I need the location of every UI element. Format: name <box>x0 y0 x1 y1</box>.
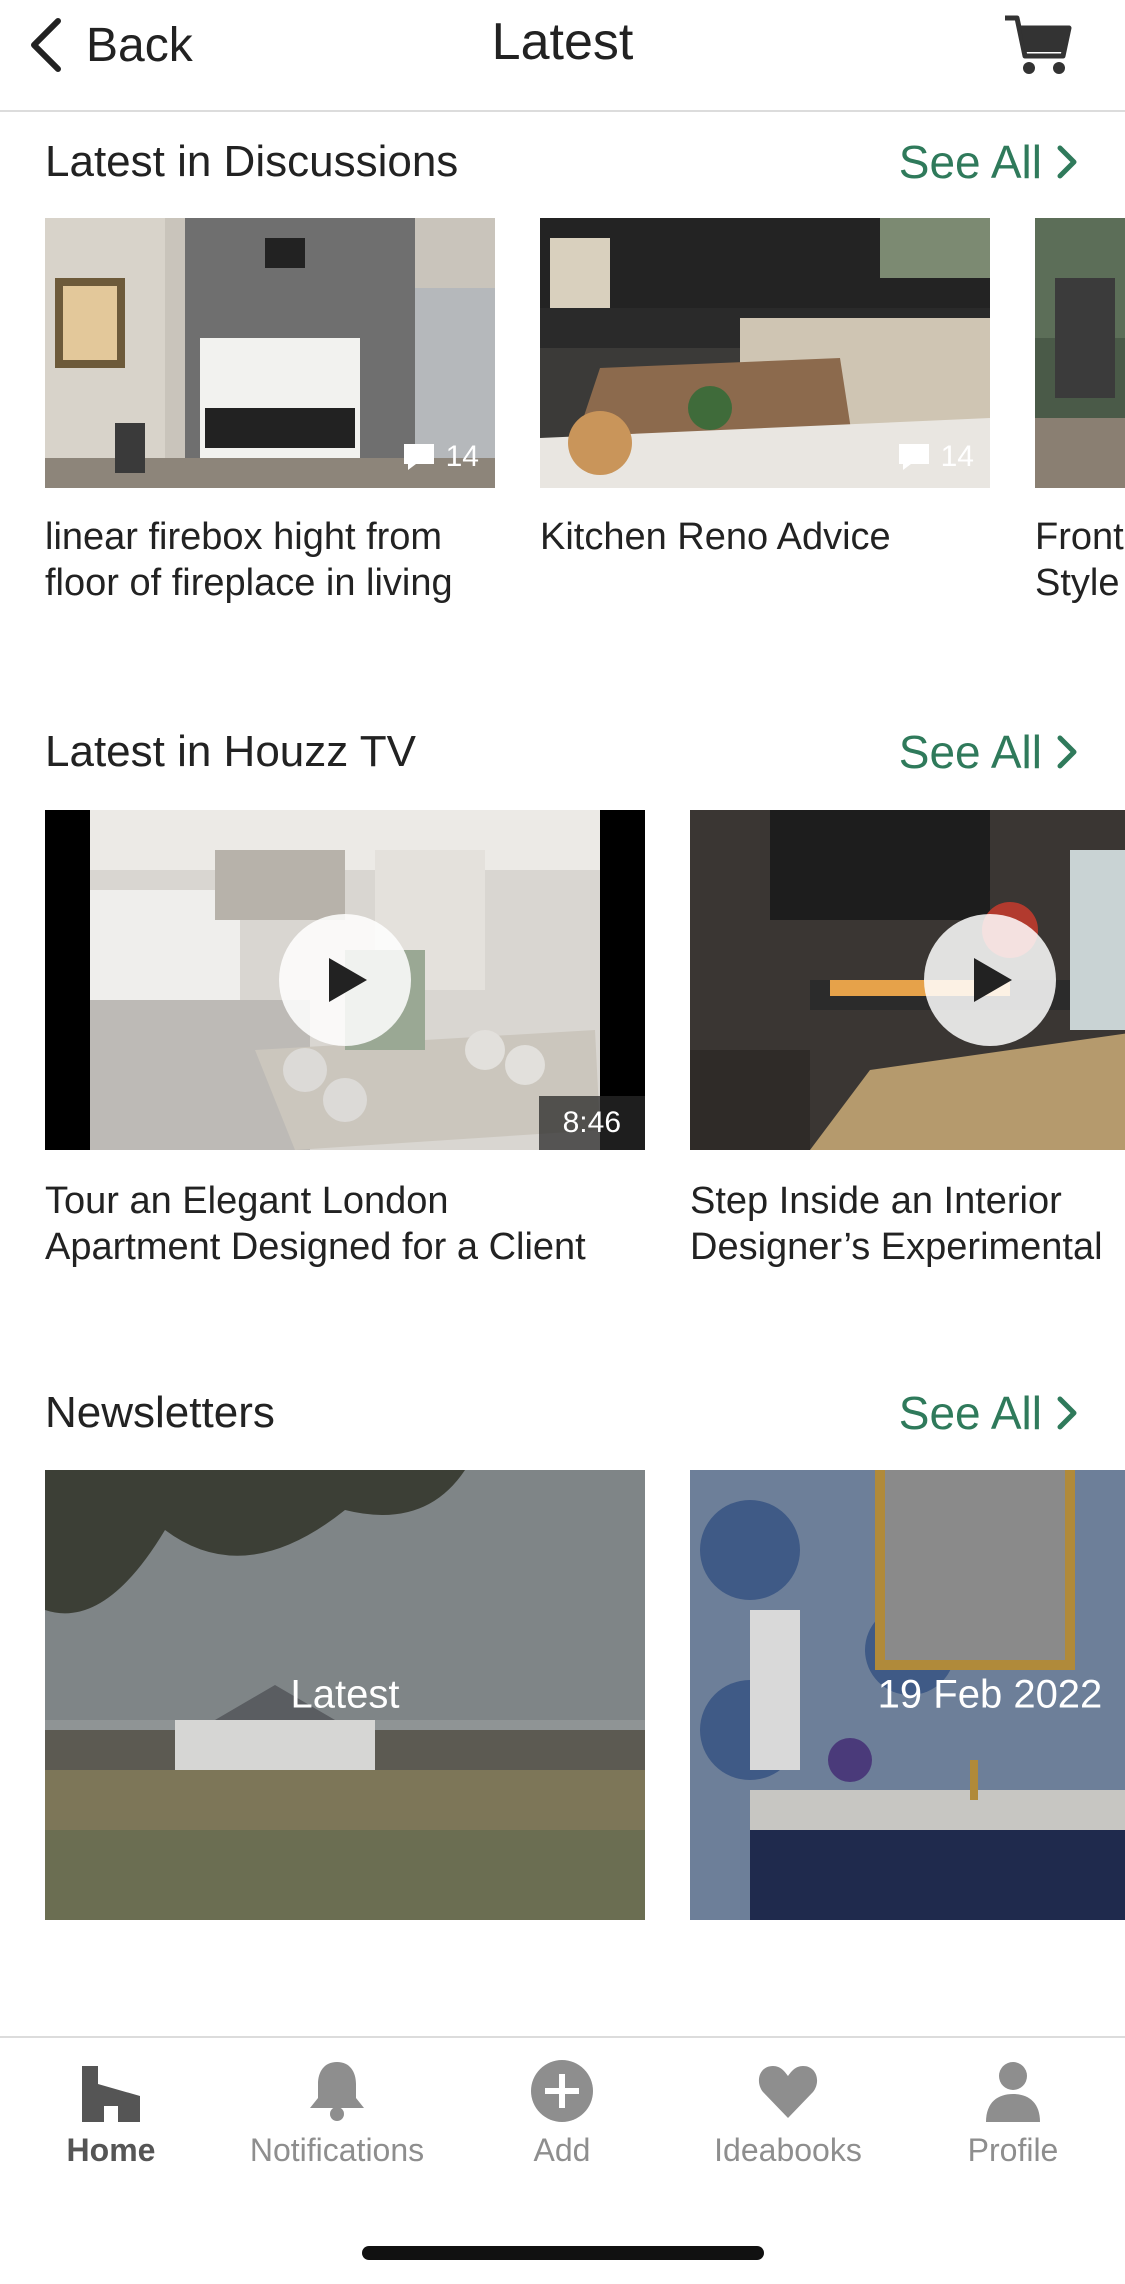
plus-circle-icon <box>531 2060 593 2122</box>
home-indicator[interactable] <box>362 2246 764 2260</box>
bell-icon <box>310 2062 364 2121</box>
person-icon <box>986 2062 1040 2122</box>
see-all-label: See All <box>898 726 1042 778</box>
play-icon <box>329 958 367 1002</box>
see-all-label: See All <box>898 136 1042 188</box>
caption-line-1: Front <box>1035 516 1124 558</box>
comment-count: 14 <box>402 440 479 474</box>
video-thumbnail <box>690 810 1125 1150</box>
discussions-header: Latest in Discussions See All <box>45 132 1080 192</box>
newsletters-header: Newsletters See All <box>45 1383 1080 1443</box>
caption-line-2: Style <box>1035 562 1120 604</box>
newsletters-title: Newsletters <box>45 1388 275 1437</box>
cart-icon[interactable] <box>1003 12 1073 78</box>
newsletter-card[interactable]: Latest <box>45 1470 645 1920</box>
nav-home[interactable]: Home <box>1 2058 221 2169</box>
comment-icon <box>403 444 434 470</box>
chevron-right-icon <box>1057 735 1077 769</box>
chevron-right-icon <box>1057 1396 1077 1430</box>
discussions-see-all-link[interactable]: See All <box>899 135 1080 189</box>
newsletter-card[interactable]: 19 Feb 2022 <box>690 1470 1125 1920</box>
top-bar: Back Latest <box>0 0 1125 112</box>
nav-ideabooks[interactable]: Ideabooks <box>678 2058 898 2169</box>
houzz-tv-title: Latest in Houzz TV <box>45 727 416 776</box>
caption-line-2: Apartment Designed for a Client <box>45 1226 586 1268</box>
discussion-caption: Front Style <box>1035 514 1125 606</box>
discussion-card[interactable]: 14 Kitchen Reno Advice <box>540 218 990 638</box>
caption-line-2: floor of fireplace in living <box>45 562 453 604</box>
caption-line-1: Kitchen Reno Advice <box>540 516 891 558</box>
video-caption: Step Inside an Interior Designer’s Exper… <box>690 1178 1125 1270</box>
video-thumbnail: 8:46 <box>45 810 645 1150</box>
nav-notifications[interactable]: Notifications <box>227 2058 447 2169</box>
newsletter-label: 19 Feb 2022 <box>877 1672 1103 1717</box>
discussion-thumbnail: 14 <box>45 218 495 488</box>
comment-icon <box>898 444 929 470</box>
play-icon <box>974 958 1012 1002</box>
home-icon <box>82 2066 140 2122</box>
newsletter-thumbnail: 19 Feb 2022 <box>690 1470 1125 1920</box>
page-title: Latest <box>491 13 634 71</box>
houzz-tv-row[interactable]: 8:46 Tour an Elegant London Apartment De… <box>0 810 1125 1280</box>
comment-count-value: 14 <box>940 440 974 473</box>
nav-add-label: Add <box>533 2132 591 2168</box>
nav-profile-label: Profile <box>967 2132 1059 2168</box>
discussion-caption: linear firebox hight from floor of firep… <box>45 514 515 606</box>
chevron-right-icon <box>1057 145 1077 179</box>
discussions-title: Latest in Discussions <box>45 137 459 186</box>
discussion-thumbnail: 14 <box>540 218 990 488</box>
nav-profile[interactable]: Profile <box>903 2058 1123 2169</box>
see-all-label: See All <box>898 1387 1042 1439</box>
play-button[interactable] <box>924 914 1056 1046</box>
caption-line-2: Designer’s Experimental <box>690 1226 1103 1268</box>
newsletters-row[interactable]: Latest 19 Feb 2022 <box>0 1470 1125 1922</box>
discussions-row[interactable]: 14 linear firebox hight from floor of fi… <box>0 218 1125 638</box>
video-card[interactable]: Step Inside an Interior Designer’s Exper… <box>690 810 1125 1280</box>
newsletter-thumbnail: Latest <box>45 1470 645 1920</box>
newsletter-label: Latest <box>290 1672 400 1717</box>
houzz-tv-see-all-link[interactable]: See All <box>899 725 1080 779</box>
discussion-card[interactable]: Front Style <box>1035 218 1125 638</box>
caption-line-1: Step Inside an Interior <box>690 1180 1062 1222</box>
caption-line-1: Tour an Elegant London <box>45 1180 449 1222</box>
video-caption: Tour an Elegant London Apartment Designe… <box>45 1178 665 1270</box>
nav-notifications-label: Notifications <box>249 2132 425 2168</box>
houzz-tv-header: Latest in Houzz TV See All <box>45 722 1080 782</box>
discussion-thumbnail <box>1035 218 1125 488</box>
heart-icon <box>758 2066 818 2118</box>
newsletters-see-all-link[interactable]: See All <box>899 1386 1080 1440</box>
caption-line-1: linear firebox hight from <box>45 516 443 558</box>
discussion-card[interactable]: 14 linear firebox hight from floor of fi… <box>45 218 495 638</box>
video-card[interactable]: 8:46 Tour an Elegant London Apartment De… <box>45 810 645 1280</box>
comment-count-value: 14 <box>445 440 479 473</box>
comment-count: 14 <box>897 440 974 474</box>
nav-add[interactable]: Add <box>452 2058 672 2169</box>
nav-home-label: Home <box>66 2132 156 2168</box>
nav-ideabooks-label: Ideabooks <box>714 2132 862 2168</box>
discussion-caption: Kitchen Reno Advice <box>540 514 1010 560</box>
play-button[interactable] <box>279 914 411 1046</box>
video-duration: 8:46 <box>538 1096 645 1150</box>
